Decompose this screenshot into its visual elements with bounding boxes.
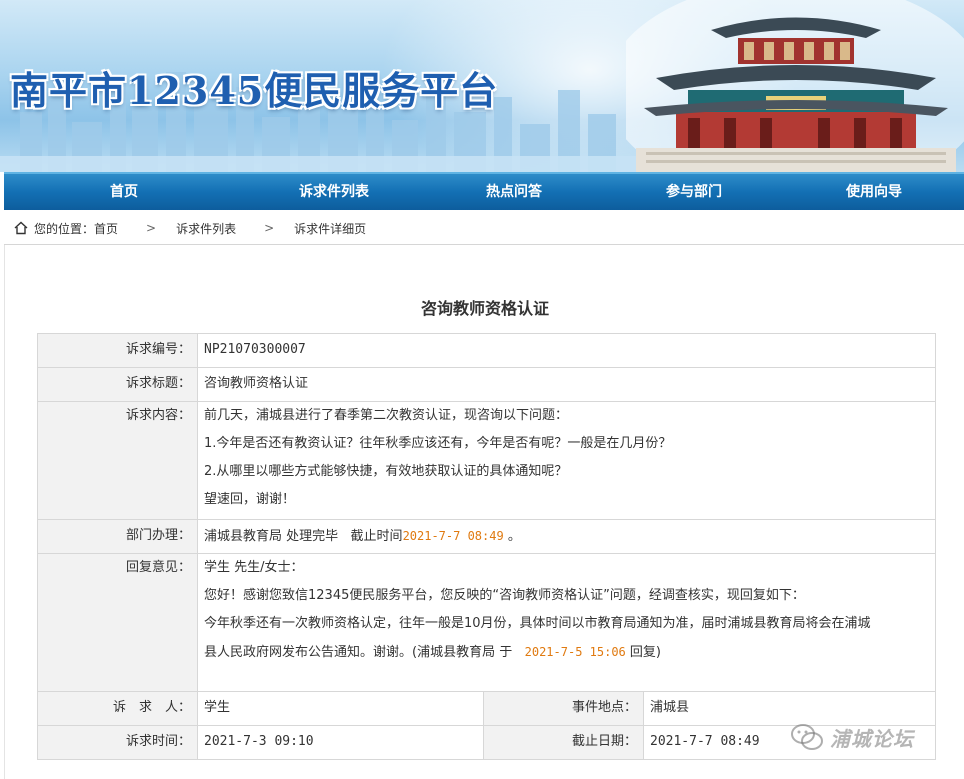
content-line: 1.今年是否还有教资认证？往年秋季应该还有，今年是否有呢？一般是在几月份？ <box>204 436 672 451</box>
reply-line3-a: 县人民政府网发布公告通知。谢谢。(浦城县教育局 于 <box>204 645 513 660</box>
breadcrumb: 您的位置： 首页 > 诉求件列表 > 诉求件详细页 <box>4 212 964 245</box>
nav-home[interactable]: 首页 <box>4 174 244 210</box>
breadcrumb-request-list[interactable]: 诉求件列表 <box>176 220 236 237</box>
header-banner: 南平市12345便民服务平台 <box>0 0 964 172</box>
dept-label: 部门办理： <box>37 519 198 554</box>
due-label: 截止日期： <box>483 725 644 760</box>
breadcrumb-prefix: 您的位置： <box>34 221 95 236</box>
reply-greeting: 学生 先生/女士： <box>204 560 304 575</box>
dept-value: 浦城县教育局 处理完毕 截止时间2021-7-7 08:49 。 <box>197 519 936 554</box>
breadcrumb-home[interactable]: 首页 <box>94 220 118 237</box>
nav-request-list[interactable]: 诉求件列表 <box>244 174 424 210</box>
pagoda-building-graphic <box>626 0 964 172</box>
nav-hot-qa[interactable]: 热点问答 <box>424 174 604 210</box>
person-label: 诉 求 人： <box>37 691 198 726</box>
breadcrumb-separator: > <box>264 221 275 235</box>
reply-line: 县人民政府网发布公告通知。谢谢。(浦城县教育局 于 2021-7-5 15:06… <box>204 638 929 667</box>
main-nav: 首页 诉求件列表 热点问答 参与部门 使用向导 <box>4 172 964 210</box>
row-person-location: 诉 求 人： 学生 事件地点： 浦城县 <box>37 691 936 726</box>
row-time-due: 诉求时间： 2021-7-3 09:10 截止日期： 2021-7-7 08:4… <box>37 725 936 760</box>
reply-time: 2021-7-5 15:06 <box>524 645 626 659</box>
row-department: 部门办理： 浦城县教育局 处理完毕 截止时间2021-7-7 08:49 。 <box>37 519 936 554</box>
location-label: 事件地点： <box>483 691 644 726</box>
reply-value: 学生 先生/女士： 您好！感谢您致信12345便民服务平台，您反映的“咨询教师资… <box>197 553 936 692</box>
time-value: 2021-7-3 09:10 <box>197 725 484 760</box>
row-number: 诉求编号： NP21070300007 <box>37 333 936 368</box>
content-line: 望速回，谢谢！ <box>204 492 296 507</box>
reply-line: 今年秋季还有一次教师资格认定，往年一般是10月份，具体时间以市教育局通知为准，届… <box>204 616 871 631</box>
home-icon <box>14 221 28 235</box>
nav-departments[interactable]: 参与部门 <box>604 174 784 210</box>
title-value: 咨询教师资格认证 <box>197 367 936 402</box>
reply-line: 您好！感谢您致信12345便民服务平台，您反映的“咨询教师资格认证”问题，经调查… <box>204 588 805 603</box>
site-title: 南平市12345便民服务平台 <box>10 68 499 113</box>
deadline-prefix: 截止时间 <box>350 529 403 544</box>
content-label: 诉求内容： <box>37 401 198 520</box>
row-reply: 回复意见： 学生 先生/女士： 您好！感谢您致信12345便民服务平台，您反映的… <box>37 553 936 692</box>
content-frame: 咨询教师资格认证 诉求编号： NP21070300007 诉求标题： 咨询教师资… <box>4 245 964 779</box>
due-value: 2021-7-7 08:49 <box>643 725 936 760</box>
page-title: 咨询教师资格认证 <box>420 299 549 318</box>
dept-status: 浦城县教育局 处理完毕 <box>204 529 339 544</box>
content-line: 前几天，浦城县进行了春季第二次教资认证，现咨询以下问题： <box>204 408 569 423</box>
time-label: 诉求时间： <box>37 725 198 760</box>
deadline-suffix: 。 <box>507 529 521 544</box>
location-value: 浦城县 <box>643 691 936 726</box>
title-label: 诉求标题： <box>37 367 198 402</box>
request-detail-table: 诉求编号： NP21070300007 诉求标题： 咨询教师资格认证 诉求内容：… <box>37 333 936 760</box>
content-line: 2.从哪里以哪些方式能够快捷，有效地获取认证的具体通知呢？ <box>204 464 568 479</box>
breadcrumb-separator: > <box>146 221 157 235</box>
number-value: NP21070300007 <box>197 333 936 368</box>
person-value: 学生 <box>197 691 484 726</box>
row-content: 诉求内容： 前几天，浦城县进行了春季第二次教资认证，现咨询以下问题： 1.今年是… <box>37 401 936 520</box>
reply-line3-b: 回复) <box>629 645 661 660</box>
content-value: 前几天，浦城县进行了春季第二次教资认证，现咨询以下问题： 1.今年是否还有教资认… <box>197 401 936 520</box>
row-title: 诉求标题： 咨询教师资格认证 <box>37 367 936 402</box>
deadline-time: 2021-7-7 08:49 <box>402 529 504 543</box>
nav-user-guide[interactable]: 使用向导 <box>784 174 964 210</box>
number-label: 诉求编号： <box>37 333 198 368</box>
breadcrumb-current: 诉求件详细页 <box>294 221 367 236</box>
reply-label: 回复意见： <box>37 553 198 692</box>
